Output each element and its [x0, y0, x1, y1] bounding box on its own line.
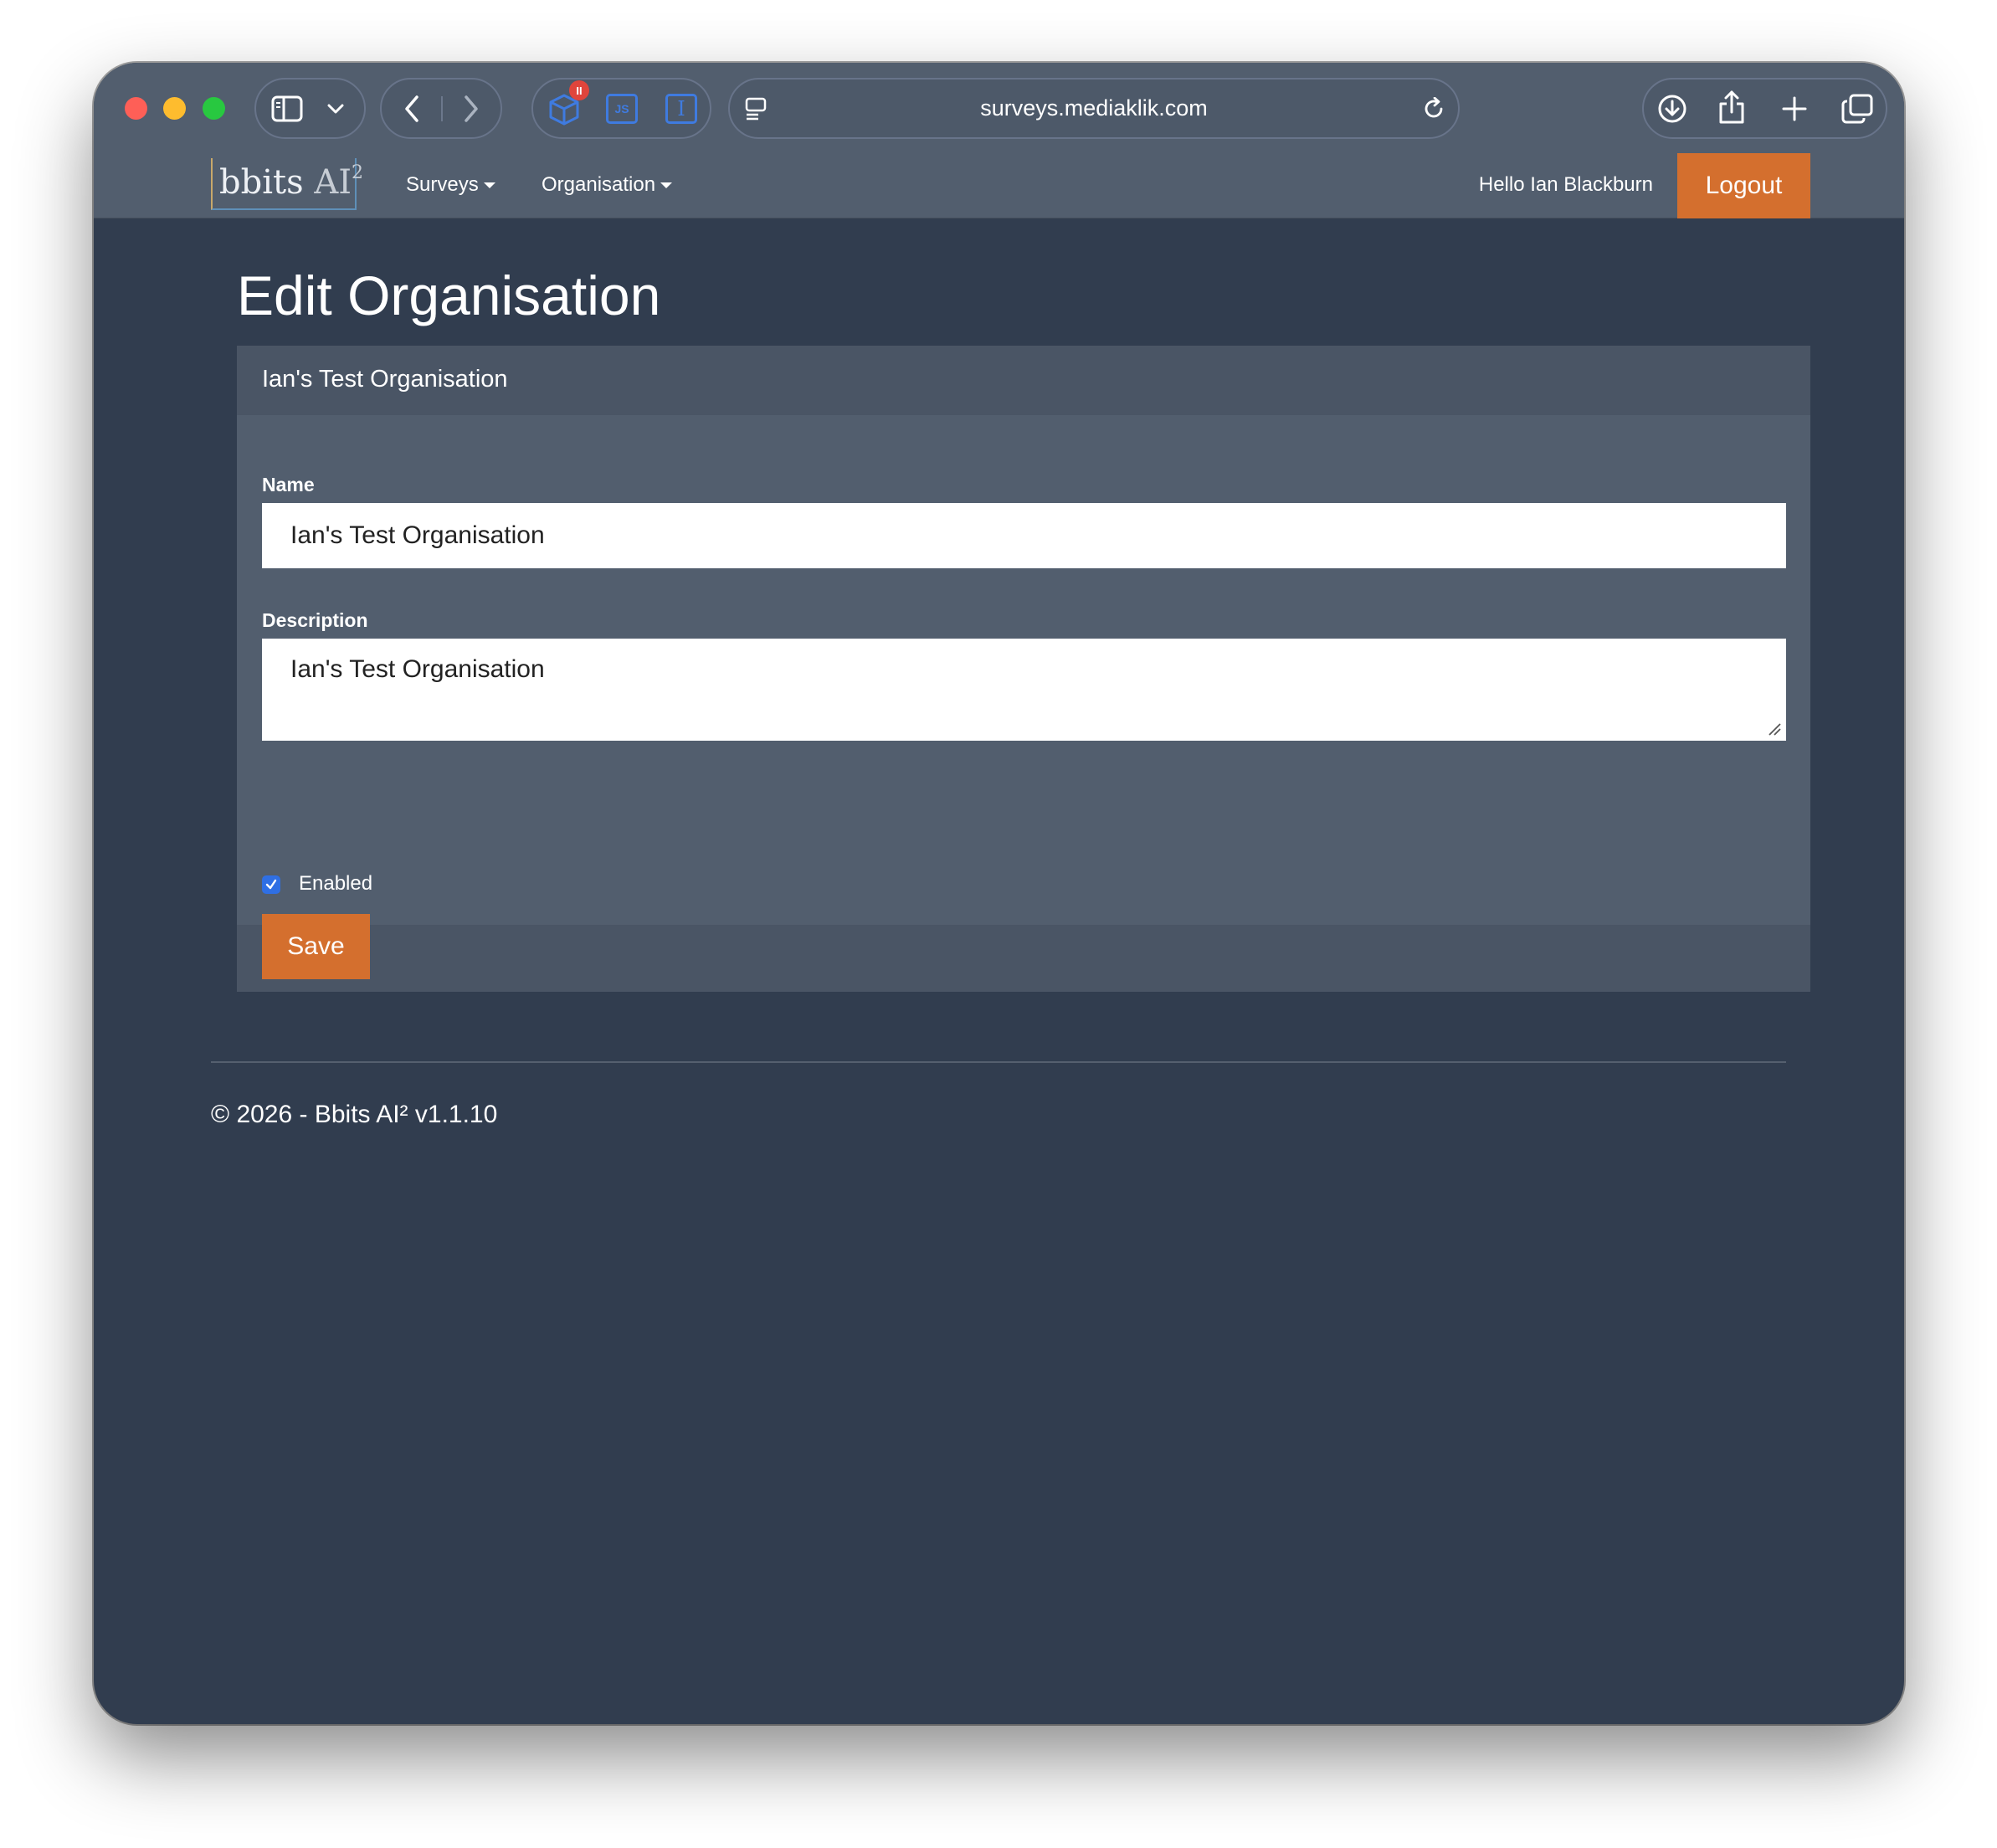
logo-ai-text: AI [314, 163, 352, 202]
name-input[interactable] [262, 503, 1786, 568]
name-label: Name [262, 474, 315, 495]
user-greeting[interactable]: Hello Ian Blackburn [1479, 173, 1653, 197]
toolbar-separator [441, 96, 443, 121]
footer-copyright: © 2026 - Bbits AI² v1.1.10 [211, 1101, 498, 1128]
text-extension-label: I [677, 97, 685, 121]
caret-down-icon [660, 182, 673, 188]
zoom-window-button[interactable] [203, 97, 225, 120]
checkmark-icon [265, 879, 277, 890]
page-title: Edit Organisation [237, 264, 661, 326]
nav-surveys-label: Surveys [406, 173, 479, 196]
description-textarea[interactable]: Ian's Test Organisation [262, 639, 1786, 741]
js-extension-label: JS [614, 102, 629, 116]
minimize-window-button[interactable] [163, 97, 186, 120]
enabled-checkbox[interactable] [262, 875, 280, 894]
address-bar[interactable]: surveys.mediaklik.com [728, 78, 1460, 139]
footer-divider [211, 1061, 1786, 1063]
card-header-title: Ian's Test Organisation [262, 366, 508, 393]
nav-organisation-dropdown[interactable]: Organisation [542, 173, 673, 197]
browser-window: II JS I surveys.mediaklik.com bbits AI2 … [94, 63, 1904, 1724]
browser-toolbar: II JS I surveys.mediaklik.com [94, 63, 1904, 153]
download-icon[interactable] [1656, 93, 1688, 125]
logo-main-text: bbits [219, 163, 304, 202]
nav-organisation-label: Organisation [542, 173, 656, 196]
logo-superscript: 2 [352, 162, 364, 183]
url-text: surveys.mediaklik.com [980, 95, 1208, 121]
description-value: Ian's Test Organisation [290, 655, 545, 683]
sidebar-toggle-icon[interactable] [270, 94, 304, 124]
edit-organisation-card: Ian's Test Organisation Name Description… [237, 346, 1810, 992]
tab-overview-icon[interactable] [1840, 93, 1874, 125]
description-label: Description [262, 609, 368, 631]
back-icon[interactable] [398, 93, 425, 125]
reload-icon[interactable] [1421, 96, 1446, 121]
close-window-button[interactable] [125, 97, 147, 120]
save-button[interactable]: Save [262, 914, 370, 979]
site-navbar: bbits AI2 Surveys Organisation Hello Ian… [94, 153, 1904, 218]
forward-icon[interactable] [458, 93, 485, 125]
card-footer [237, 925, 1810, 992]
nav-surveys-dropdown[interactable]: Surveys [406, 173, 495, 197]
caret-down-icon [483, 182, 495, 188]
share-icon[interactable] [1717, 89, 1747, 126]
card-header: Ian's Test Organisation [237, 346, 1810, 415]
resize-handle-icon[interactable] [1766, 721, 1781, 736]
chevron-down-icon[interactable] [325, 100, 347, 118]
text-cursor-extension-icon[interactable]: I [665, 94, 697, 124]
enabled-label[interactable]: Enabled [299, 872, 372, 896]
new-tab-icon[interactable] [1780, 95, 1809, 123]
js-extension-icon[interactable]: JS [606, 94, 638, 124]
logout-button[interactable]: Logout [1677, 153, 1810, 218]
site-logo[interactable]: bbits AI2 [211, 158, 363, 210]
extension-badge: II [569, 80, 589, 100]
